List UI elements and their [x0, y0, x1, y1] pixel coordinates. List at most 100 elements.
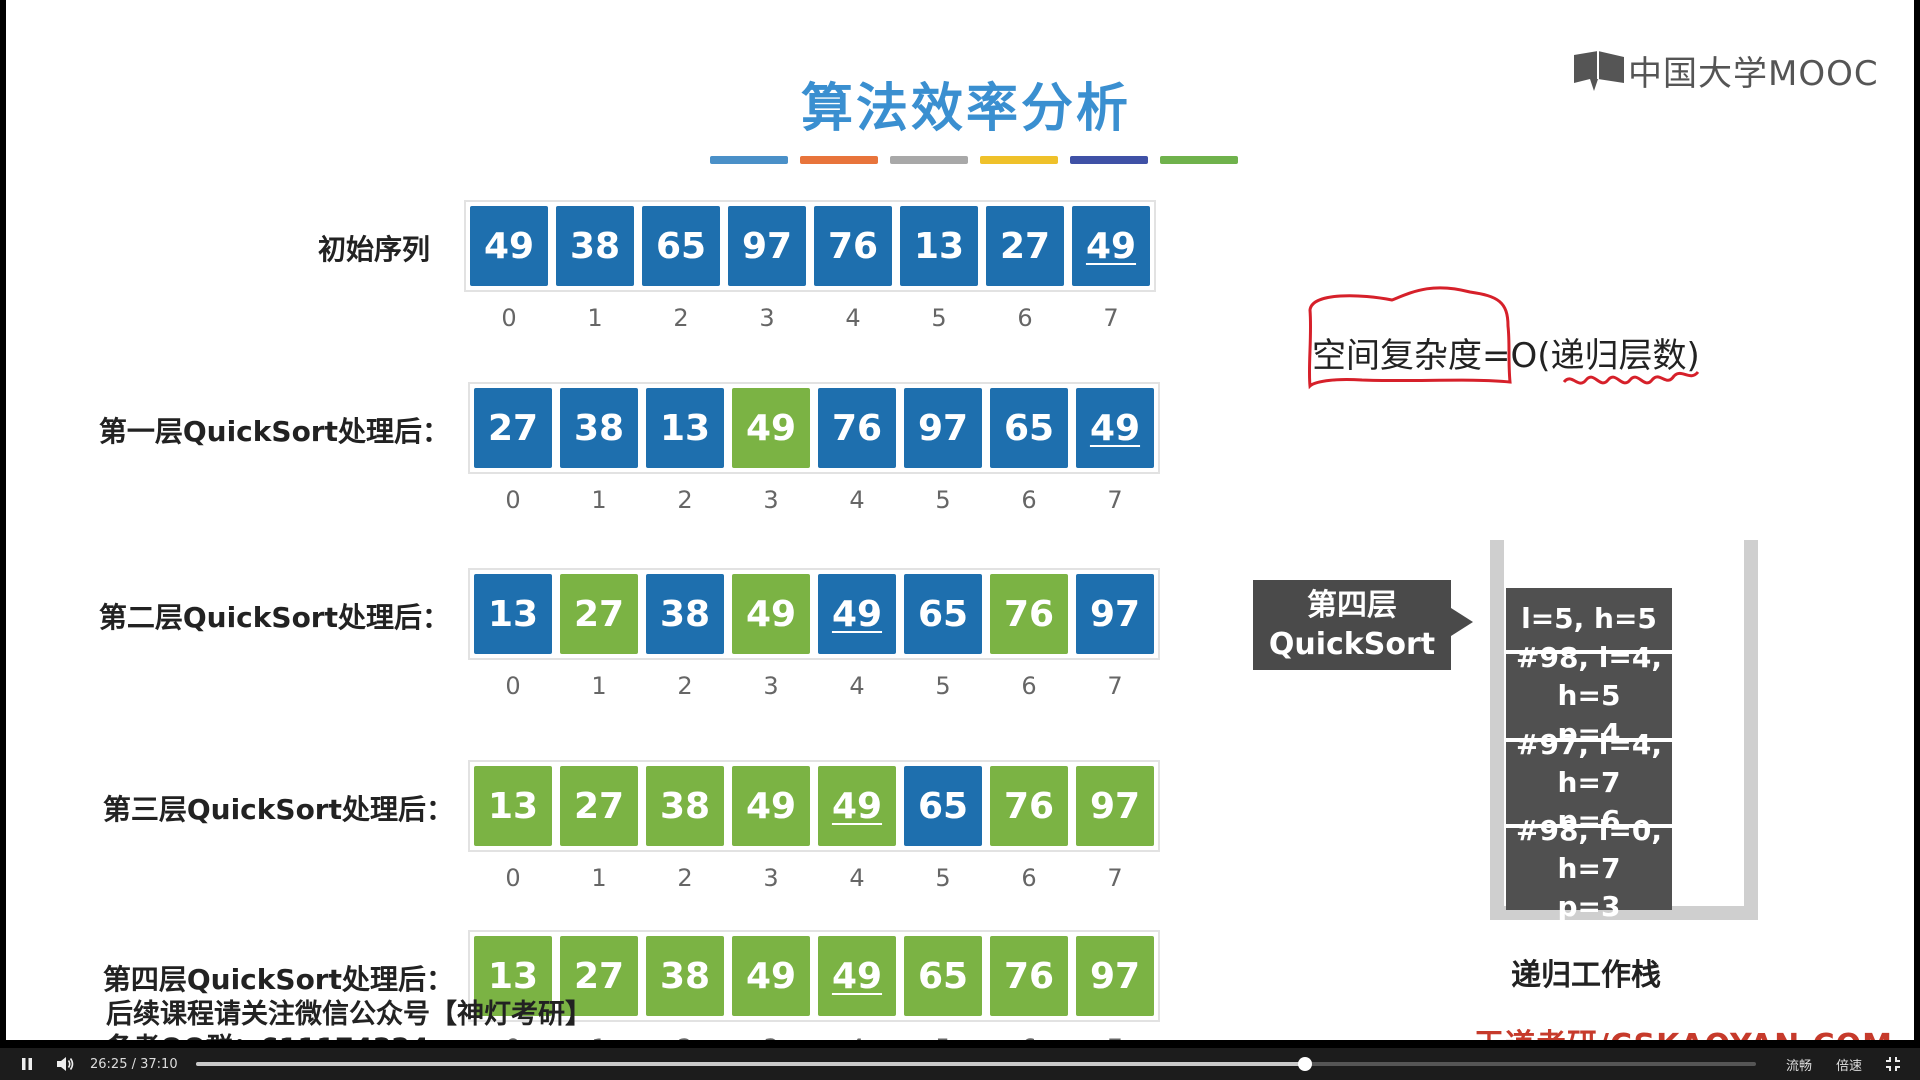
array-cells: 13 27 38 49 49 65 76 97 [468, 760, 1160, 852]
color-bar [710, 156, 788, 164]
array-cell: 27 [474, 388, 552, 468]
time-display: 26:25 / 37:10 [90, 1056, 178, 1072]
array-cell-value: 49 [831, 955, 883, 997]
array-cell-value: 49 [745, 593, 797, 635]
array-index: 3 [763, 486, 779, 514]
color-bar [1070, 156, 1148, 164]
array-cell: 97 [1076, 936, 1154, 1016]
array-index: 2 [677, 864, 693, 892]
array-index: 0 [474, 1034, 552, 1040]
speed-button[interactable]: 倍速 [1824, 1055, 1874, 1074]
row-label: 第一层QuickSort处理后： [98, 415, 450, 448]
array-cell-value: 97 [1089, 593, 1141, 635]
array-index: 2 [646, 1034, 724, 1040]
array-cell: 76 [814, 206, 892, 286]
progress-knob[interactable] [1298, 1057, 1313, 1071]
array-index: 4 [818, 1034, 896, 1040]
array-index: 5 [904, 1034, 982, 1040]
array-cell-value: 76 [1003, 955, 1055, 997]
array-cell: 65 [990, 388, 1068, 468]
array-index: 0 [505, 486, 521, 514]
array-index: 0 [501, 304, 517, 332]
array-cell-value: 97 [741, 225, 793, 267]
array-cell-value: 49 [1085, 225, 1137, 267]
array-cell-value: 49 [745, 785, 797, 827]
array-cell-value: 13 [913, 225, 965, 267]
volume-icon [57, 1057, 74, 1071]
array-index: 5 [935, 672, 951, 700]
array-cell-value: 27 [573, 955, 625, 997]
array-indices: 0 1 2 3 4 5 6 7 [474, 672, 1154, 700]
color-bar [800, 156, 878, 164]
stack-frame-line1: l=5, h=5 [1521, 602, 1657, 636]
array-cell: 13 [474, 766, 552, 846]
array-index: 5 [931, 304, 947, 332]
video-control-bar: 26:25 / 37:10 流畅 倍速 [0, 1048, 1920, 1080]
array-cell: 13 [474, 574, 552, 654]
array-cell: 38 [646, 574, 724, 654]
array-cell: 65 [642, 206, 720, 286]
array-cell-value: 49 [745, 955, 797, 997]
array-index: 1 [587, 304, 603, 332]
stack-frame: #98, l=0, h=7 p=3 [1506, 814, 1672, 923]
array-index: 1 [591, 864, 607, 892]
array-indices: 0 1 2 3 4 5 6 7 [470, 304, 1150, 332]
progress-fill [195, 1062, 1306, 1066]
array-index: 3 [763, 672, 779, 700]
mooc-logo-text: 中国大学MOOC [1628, 54, 1879, 94]
array-index: 0 [505, 864, 521, 892]
quality-button[interactable]: 流畅 [1774, 1055, 1824, 1074]
array-indices: 0 1 2 3 4 5 6 7 [474, 1034, 1154, 1040]
array-cell-value: 27 [999, 225, 1051, 267]
array-cell-value: 97 [1089, 785, 1141, 827]
array-cell: 76 [990, 574, 1068, 654]
time-current: 26:25 [90, 1056, 128, 1072]
array-index: 6 [1021, 486, 1037, 514]
array-index: 2 [677, 486, 693, 514]
array-cell: 38 [646, 936, 724, 1016]
array-cell: 49 [1072, 206, 1150, 286]
array-cell-value: 65 [917, 955, 969, 997]
array-cell: 76 [818, 388, 896, 468]
array-cell-value: 49 [1089, 407, 1141, 449]
array-cell: 49 [818, 936, 896, 1016]
array-cell: 49 [1076, 388, 1154, 468]
array-cell-value: 38 [659, 593, 711, 635]
array-cell: 97 [728, 206, 806, 286]
array-index: 4 [849, 486, 865, 514]
array-cell-value: 13 [659, 407, 711, 449]
array-cell: 49 [732, 766, 810, 846]
array-cell: 76 [990, 766, 1068, 846]
array-index: 2 [677, 672, 693, 700]
pointer-arrow-icon [1451, 608, 1473, 636]
exit-fullscreen-button[interactable] [1874, 1048, 1912, 1080]
pause-button[interactable] [8, 1048, 46, 1080]
array-cell-value: 27 [487, 407, 539, 449]
array-cell-value: 13 [487, 593, 539, 635]
color-bar [980, 156, 1058, 164]
volume-button[interactable] [46, 1048, 84, 1080]
array-cell-value: 65 [1003, 407, 1055, 449]
stack-frame-line2: p=3 [1557, 889, 1621, 923]
array-cell: 65 [904, 766, 982, 846]
array-index: 6 [1017, 304, 1033, 332]
stack-frame-line1: #97, l=4, h=7 [1516, 728, 1662, 800]
array-index: 7 [1107, 672, 1123, 700]
array-index: 4 [849, 864, 865, 892]
progress-bar[interactable] [195, 1057, 1756, 1071]
array-index: 1 [591, 672, 607, 700]
color-bars [710, 156, 1238, 164]
quicksort-level-line1: 第四层 [1307, 588, 1397, 623]
array-cell-value: 27 [573, 593, 625, 635]
array-cell-value: 38 [659, 955, 711, 997]
array-cell-value: 13 [487, 955, 539, 997]
array-cell-value: 65 [655, 225, 707, 267]
site-watermark: 王道考研/CSKAOYAN.COM [1474, 1020, 1893, 1040]
slide: 算法效率分析 中国大学MOOC 初始序列 49 38 65 97 76 13 27 49 0 1 2 3… [6, 0, 1914, 1040]
array-cell-value: 49 [831, 785, 883, 827]
array-cell: 49 [818, 574, 896, 654]
quicksort-level-line2: QuickSort [1268, 627, 1436, 662]
array-cell: 65 [904, 574, 982, 654]
array-cell: 27 [560, 574, 638, 654]
array-indices: 0 1 2 3 4 5 6 7 [474, 486, 1154, 514]
